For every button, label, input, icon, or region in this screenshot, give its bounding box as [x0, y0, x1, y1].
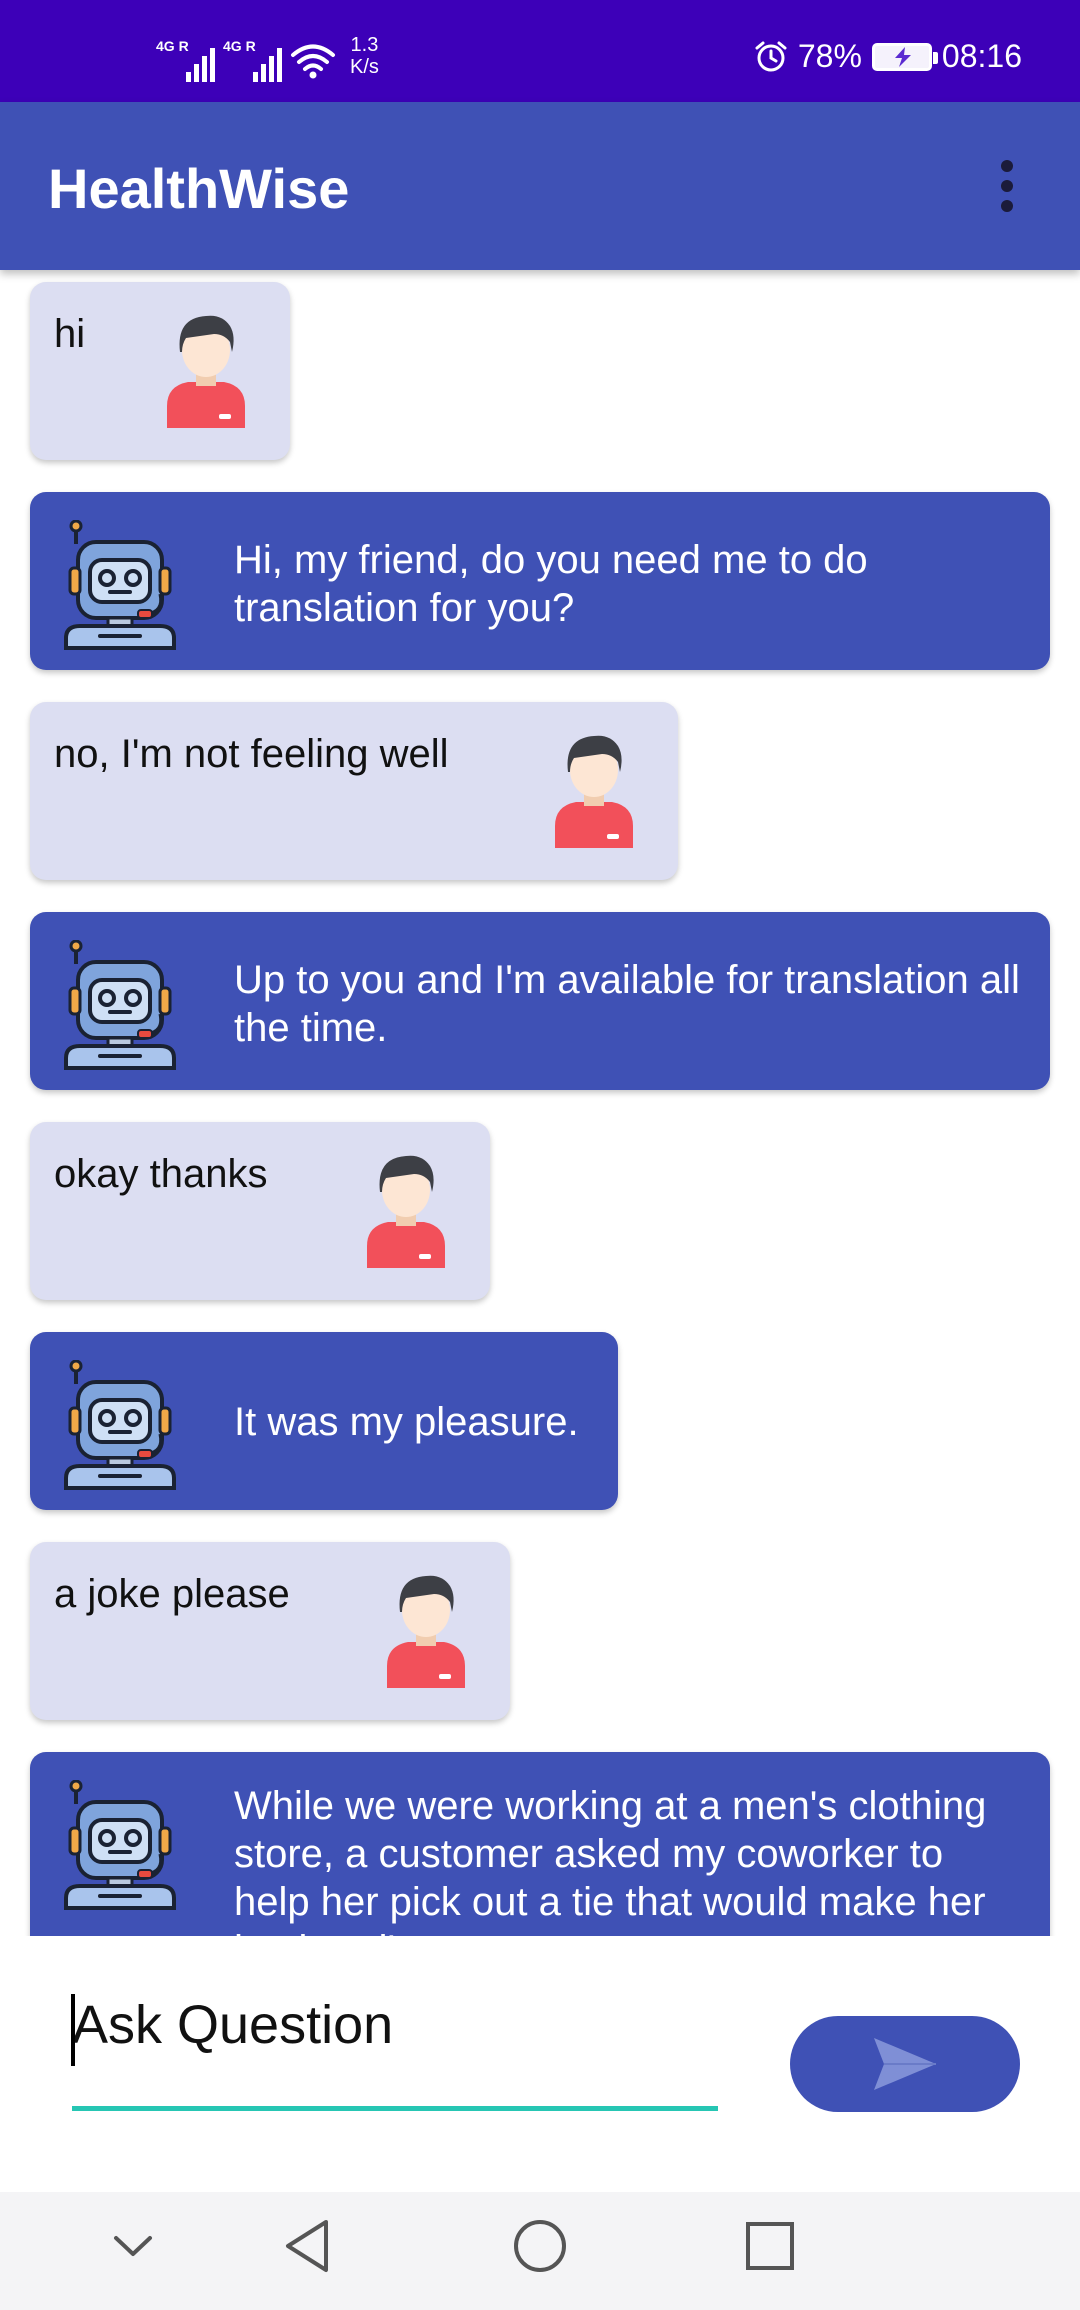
user-message: a joke please: [30, 1542, 510, 1720]
user-avatar-icon: [164, 308, 248, 428]
home-icon[interactable]: [512, 2218, 568, 2274]
alarm-icon: [755, 41, 787, 71]
robot-avatar-icon: [60, 1780, 180, 1910]
recents-icon[interactable]: [744, 2220, 796, 2272]
send-icon: [874, 2038, 936, 2090]
robot-avatar-icon: [60, 520, 180, 650]
battery-percent: 78%: [797, 38, 862, 74]
send-button[interactable]: [790, 2016, 1020, 2112]
battery-icon: [871, 42, 938, 71]
status-right: 78% 08:16: [754, 38, 1022, 75]
input-underline: [72, 2106, 718, 2111]
bot-message: Up to you and I'm available for translat…: [30, 912, 1050, 1090]
network-speed: 1.3 K/s: [350, 34, 379, 78]
robot-avatar-icon: [60, 1360, 180, 1490]
user-avatar-icon: [552, 728, 636, 848]
user-message: no, I'm not feeling well: [30, 702, 678, 880]
user-message: okay thanks: [30, 1122, 490, 1300]
input-area: [0, 1936, 1080, 2192]
chat-list[interactable]: hi Hi, my friend, do you need me to do t…: [0, 270, 1080, 1936]
bot-message: Hi, my friend, do you need me to do tran…: [30, 492, 1050, 670]
user-message: hi: [30, 282, 290, 460]
more-vert-icon[interactable]: [992, 154, 1022, 218]
robot-avatar-icon: [60, 940, 180, 1070]
question-input[interactable]: [72, 1992, 718, 2058]
bot-message: It was my pleasure.: [30, 1332, 618, 1510]
user-avatar-icon: [384, 1568, 468, 1688]
app-title: HealthWise: [48, 157, 350, 220]
chevron-down-icon[interactable]: [110, 2230, 156, 2260]
clock: 08:16: [941, 38, 1022, 74]
user-avatar-icon: [364, 1148, 448, 1268]
text-caret: [71, 1994, 75, 2066]
app-bar: HealthWise: [0, 102, 1080, 270]
signal-icon: 4G R: [156, 30, 215, 82]
bot-message: While we were working at a men's clothin…: [30, 1752, 1050, 1936]
back-icon[interactable]: [282, 2218, 332, 2274]
status-left: 4G R 4G R 1.3 K/s: [156, 30, 379, 90]
wifi-icon: [291, 44, 335, 79]
system-nav-bar: [0, 2192, 1080, 2310]
status-bar: 4G R 4G R 1.3 K/s 78% 08:16: [0, 0, 1080, 102]
signal-icon: 4G R: [223, 30, 282, 82]
